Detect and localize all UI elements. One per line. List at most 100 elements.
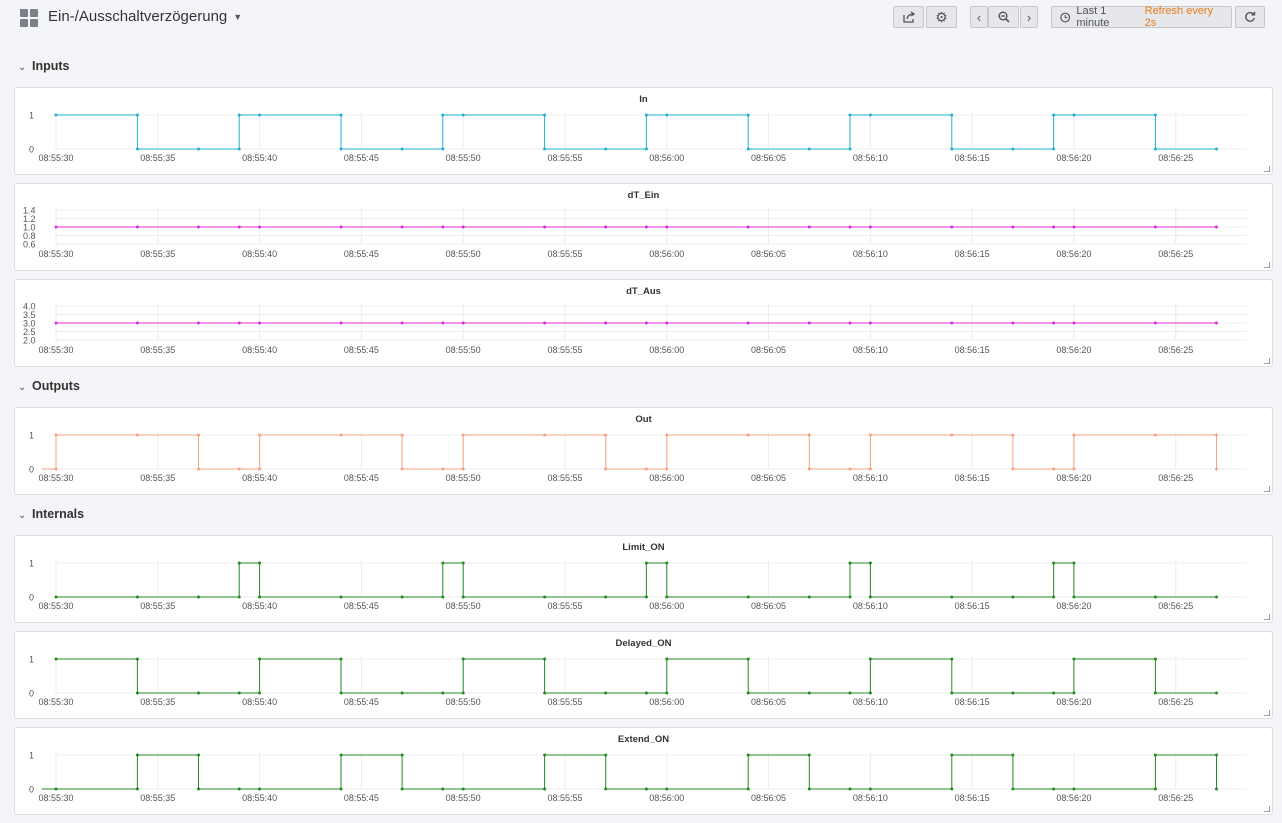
clock-icon: [1060, 12, 1071, 22]
data-point: [461, 787, 465, 791]
data-point: [543, 691, 547, 695]
panel-extend-on: Extend_ON 1 0 08:55:30 08:55:35 08:55:40 08:5…: [14, 727, 1273, 815]
data-point: [1072, 561, 1076, 565]
data-point: [868, 787, 872, 791]
data-point: [339, 321, 343, 325]
time-range-label: Last 1 minute: [1076, 5, 1110, 29]
data-point: [135, 657, 139, 661]
data-point: [644, 321, 648, 325]
data-point: [461, 561, 465, 565]
x-tick-label: 08:56:25: [1158, 153, 1193, 163]
data-point: [746, 753, 750, 757]
data-point: [543, 433, 547, 437]
x-tick-label: 08:56:10: [853, 153, 888, 163]
x-tick-label: 08:56:25: [1158, 697, 1193, 707]
row-title-outputs[interactable]: ⌄ Outputs: [18, 379, 80, 393]
data-point: [1072, 467, 1076, 471]
data-point: [604, 467, 608, 471]
panel-resize-handle[interactable]: [1264, 710, 1270, 716]
x-tick-label: 08:55:50: [446, 153, 481, 163]
zoom-out-button[interactable]: [988, 6, 1019, 28]
data-point: [807, 787, 811, 791]
y-tick-label: 1: [29, 751, 34, 761]
row-title-inputs[interactable]: ⌄ Inputs: [18, 59, 70, 73]
share-button[interactable]: [893, 6, 924, 28]
data-point: [665, 113, 669, 117]
time-shift-forward-button[interactable]: ›: [1020, 6, 1038, 28]
time-shift-back-button[interactable]: ‹: [970, 6, 988, 28]
data-point: [1052, 561, 1056, 565]
settings-button[interactable]: ⚙: [926, 6, 957, 28]
data-point: [400, 753, 404, 757]
x-tick-label: 08:56:05: [751, 153, 786, 163]
row-title-internals[interactable]: ⌄ Internals: [18, 507, 84, 521]
data-point: [1072, 113, 1076, 117]
data-point: [543, 113, 547, 117]
data-point: [1214, 787, 1218, 791]
data-point: [441, 595, 445, 599]
data-point: [868, 225, 872, 229]
time-picker-button[interactable]: Last 1 minute Refresh every 2s: [1051, 5, 1232, 29]
data-point: [197, 321, 201, 325]
data-point: [950, 753, 954, 757]
y-tick-label: 1: [29, 111, 34, 121]
x-tick-label: 08:55:40: [242, 153, 277, 163]
x-tick-label: 08:55:45: [344, 249, 379, 259]
x-tick-label: 08:55:55: [547, 601, 582, 611]
panel-resize-handle[interactable]: [1264, 614, 1270, 620]
data-point: [543, 595, 547, 599]
data-point: [54, 433, 58, 437]
data-point: [258, 467, 262, 471]
data-point: [441, 321, 445, 325]
x-tick-label: 08:55:35: [140, 473, 175, 483]
data-point: [604, 321, 608, 325]
data-point: [339, 595, 343, 599]
data-point: [644, 225, 648, 229]
data-point: [441, 691, 445, 695]
data-point: [197, 225, 201, 229]
chevron-down-icon: ⌄: [18, 382, 27, 393]
panel-resize-handle[interactable]: [1264, 166, 1270, 172]
data-point: [1052, 147, 1056, 151]
y-tick-label: 0: [29, 465, 34, 475]
x-tick-label: 08:56:20: [1056, 601, 1091, 611]
data-point: [258, 691, 262, 695]
data-point: [1011, 225, 1015, 229]
data-point: [339, 433, 343, 437]
data-point: [1052, 225, 1056, 229]
x-tick-label: 08:56:15: [955, 793, 990, 803]
data-point: [258, 321, 262, 325]
data-point: [1072, 691, 1076, 695]
x-tick-label: 08:56:00: [649, 345, 684, 355]
data-point: [746, 225, 750, 229]
x-tick-label: 08:56:15: [955, 697, 990, 707]
data-point: [543, 657, 547, 661]
panel-resize-handle[interactable]: [1264, 262, 1270, 268]
x-tick-label: 08:55:45: [344, 153, 379, 163]
data-point: [1011, 321, 1015, 325]
data-point: [950, 691, 954, 695]
series-line: [41, 434, 1217, 470]
data-point: [848, 321, 852, 325]
data-point: [197, 787, 201, 791]
refresh-button[interactable]: [1235, 6, 1265, 28]
dashboard-title[interactable]: Ein-/Ausschaltverzögerung ▼: [48, 8, 242, 25]
y-tick-label: 0: [29, 785, 34, 795]
data-point: [1072, 225, 1076, 229]
panel-resize-handle[interactable]: [1264, 358, 1270, 364]
grid-icon[interactable]: [20, 9, 38, 27]
panel-out: Out 1 0 08:55:30 08:55:35 08:55:40 08:55:45 08…: [14, 407, 1273, 495]
x-tick-label: 08:55:30: [38, 697, 73, 707]
data-point: [237, 561, 241, 565]
y-tick-label: 0.6: [23, 240, 36, 250]
series-line: [41, 754, 1217, 790]
x-tick-label: 08:56:15: [955, 473, 990, 483]
data-point: [868, 657, 872, 661]
data-point: [135, 225, 139, 229]
data-point: [135, 147, 139, 151]
panel-resize-handle[interactable]: [1264, 486, 1270, 492]
data-point: [543, 321, 547, 325]
x-tick-label: 08:56:00: [649, 153, 684, 163]
panel-resize-handle[interactable]: [1264, 806, 1270, 812]
data-point: [1153, 113, 1157, 117]
